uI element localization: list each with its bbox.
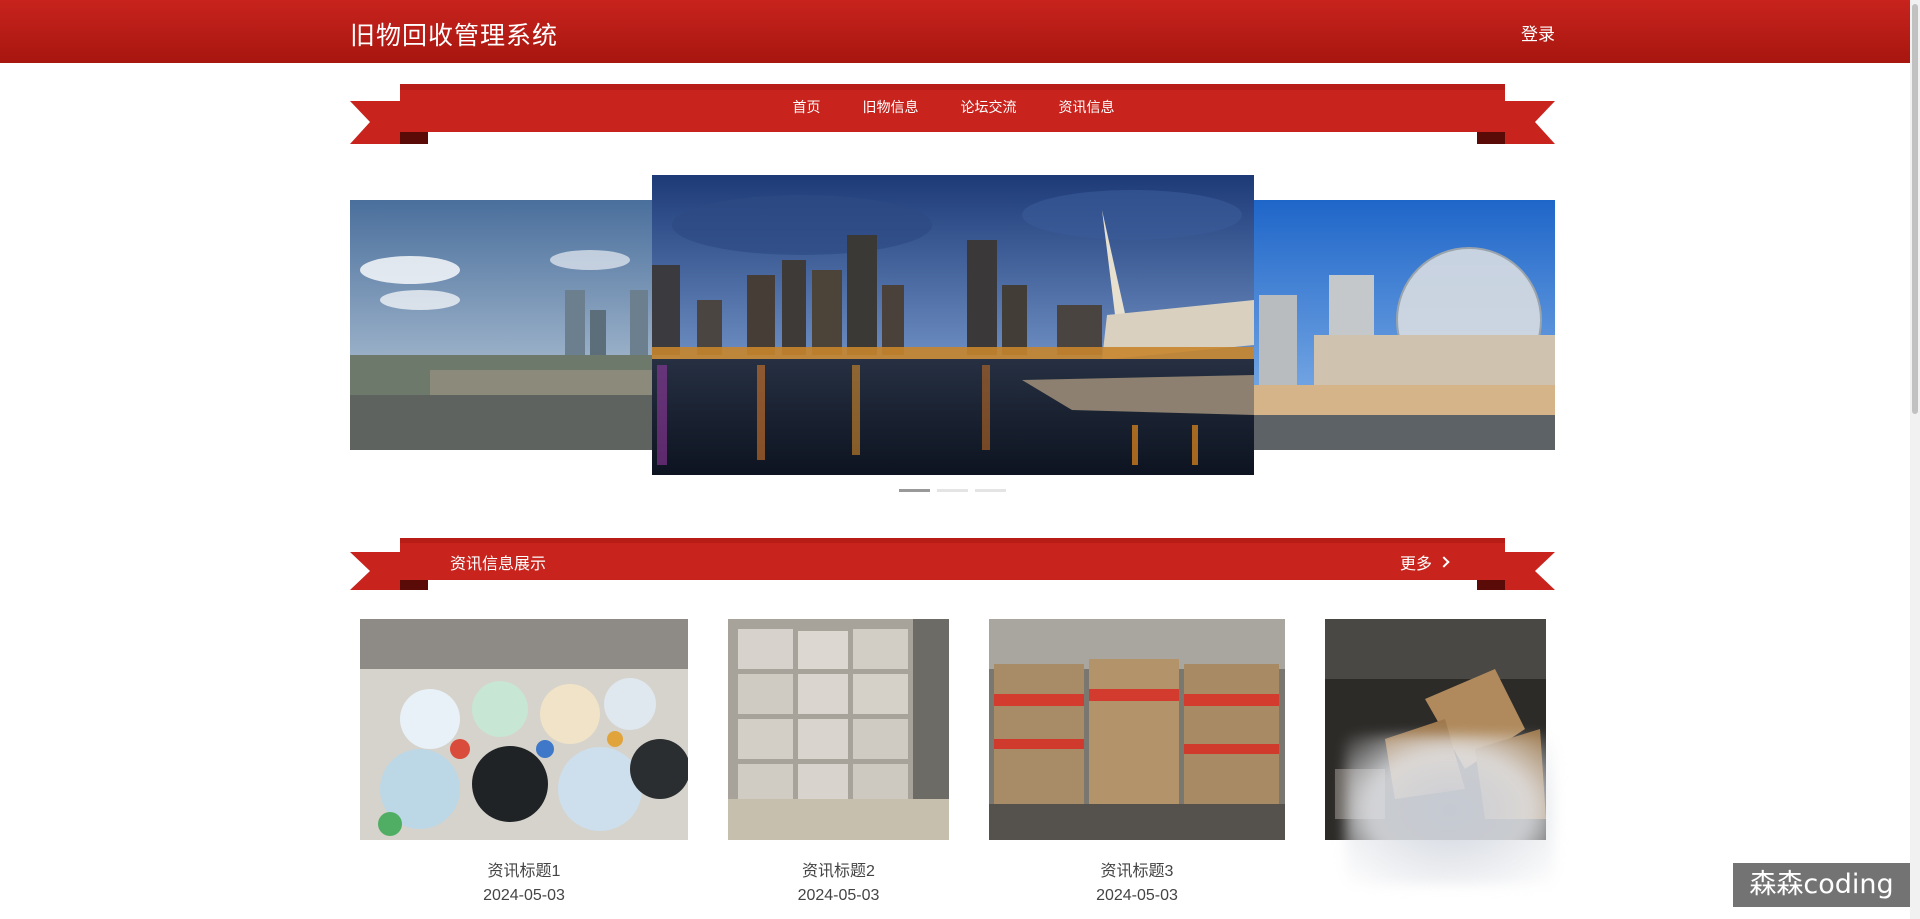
- news-title: 资讯标题1: [487, 863, 561, 880]
- news-date: 2024-05-03: [797, 887, 880, 904]
- news-date: 2024-05-03: [483, 887, 565, 904]
- news-thumbnail: [728, 619, 949, 845]
- news-card[interactable]: 资讯标题1 2024-05-03: [360, 619, 688, 905]
- top-header: 旧物回收管理系统 登录: [0, 0, 1910, 63]
- news-date: 2024-05-03: [1096, 887, 1178, 904]
- blurred-region: [1345, 735, 1555, 885]
- carousel-slide-left[interactable]: [350, 200, 652, 450]
- main-nav: 首页 旧物信息 论坛交流 资讯信息: [350, 84, 1555, 129]
- nav-item-forum[interactable]: 论坛交流: [959, 97, 1017, 117]
- chevron-right-icon: [1438, 556, 1450, 568]
- news-section-ribbon: 资讯信息展示 更多: [350, 538, 1555, 598]
- news-card[interactable]: 资讯标题2 2024-05-03: [728, 619, 949, 905]
- carousel-dot-2[interactable]: [937, 489, 968, 492]
- news-section-title: 资讯信息展示: [450, 556, 547, 573]
- news-title: 资讯标题3: [1100, 863, 1174, 880]
- carousel-indicators: [899, 489, 1006, 492]
- news-thumbnail: [989, 619, 1285, 845]
- news-thumbnail: [360, 619, 688, 845]
- carousel-slide-right[interactable]: [1254, 200, 1555, 450]
- carousel-dot-3[interactable]: [975, 489, 1006, 492]
- nav-item-home[interactable]: 首页: [791, 97, 821, 117]
- scrollbar-thumb[interactable]: [1912, 4, 1918, 414]
- news-card[interactable]: 资讯标题3 2024-05-03: [989, 619, 1285, 905]
- carousel-dot-1[interactable]: [899, 489, 930, 492]
- more-label: 更多: [1400, 556, 1433, 573]
- more-news-link[interactable]: 更多: [1400, 550, 1450, 574]
- site-title: 旧物回收管理系统: [350, 22, 559, 50]
- nav-item-old-goods[interactable]: 旧物信息: [861, 97, 919, 117]
- page-scrollbar[interactable]: [1910, 0, 1920, 919]
- news-title: 资讯标题2: [802, 863, 875, 880]
- watermark: 森森coding: [1733, 863, 1910, 907]
- login-link[interactable]: 登录: [1521, 20, 1555, 45]
- nav-item-news[interactable]: 资讯信息: [1057, 97, 1115, 117]
- carousel-slide-active[interactable]: [652, 175, 1254, 475]
- nav-ribbon: 首页 旧物信息 论坛交流 资讯信息: [350, 84, 1555, 144]
